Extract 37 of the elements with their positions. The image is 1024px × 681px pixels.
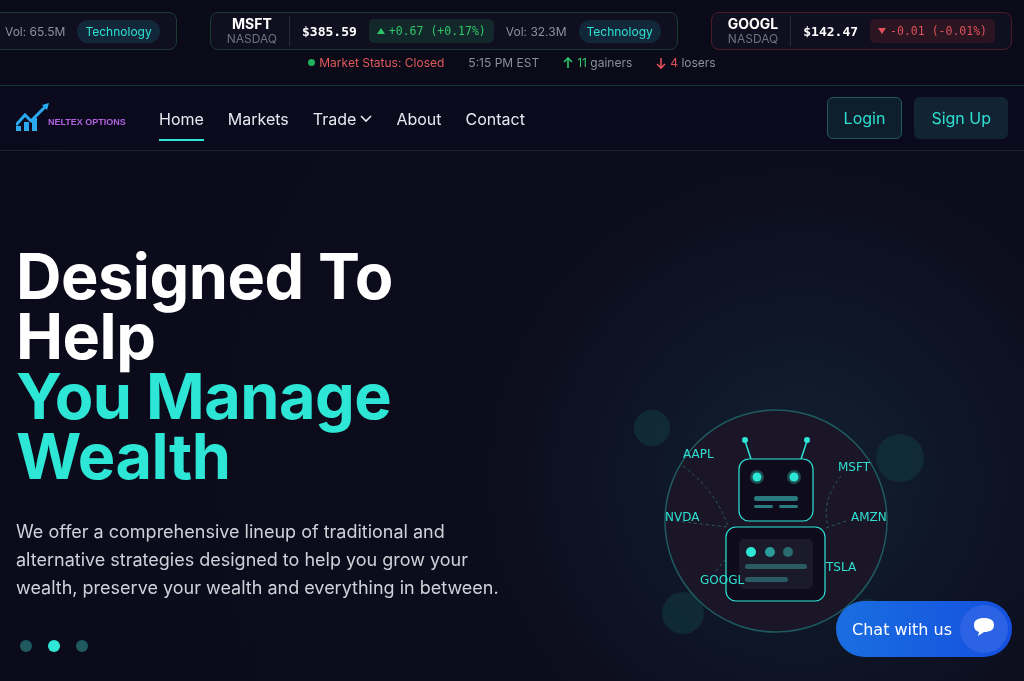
slide-dot[interactable] xyxy=(48,640,60,652)
stock-price: $385.59 xyxy=(302,23,357,39)
arrow-down-icon xyxy=(656,56,667,69)
nav-link[interactable]: Contact xyxy=(465,99,525,141)
sector-tag: Technology xyxy=(578,19,661,43)
stock-symbol: GOOGL xyxy=(727,16,779,33)
slide-dot[interactable] xyxy=(76,640,88,652)
chat-button[interactable]: Chat with us xyxy=(836,601,1012,657)
sector-tag: Technology xyxy=(77,19,160,43)
status-dot-icon xyxy=(308,59,316,66)
nav-link[interactable]: About xyxy=(396,99,442,141)
slide-dot[interactable] xyxy=(20,640,32,652)
logo[interactable]: NELTEX OPTIONS xyxy=(16,102,156,134)
triangle-up-icon xyxy=(376,28,385,34)
login-button[interactable]: Login xyxy=(826,97,903,139)
hero-description: We offer a comprehensive lineup of traditional and alternative strategies designed to help you grow your wealth, preserve your wealth and everything in between. xyxy=(16,520,500,600)
nav-link[interactable]: Markets xyxy=(227,99,289,141)
chat-bubble-icon xyxy=(960,605,1008,653)
volume-text: Vol: 32.3M xyxy=(505,23,567,39)
nav-link[interactable]: Home xyxy=(159,99,204,141)
gainers-count: 11 gainers xyxy=(577,55,633,70)
stock-price: $142.47 xyxy=(803,23,859,39)
exchange-label: NASDAQ xyxy=(727,32,779,46)
arrow-up-icon xyxy=(563,56,574,69)
losers-count: 4 losers xyxy=(670,55,716,70)
chevron-down-icon xyxy=(360,115,373,123)
market-time: 5:15 PM EST xyxy=(468,55,540,70)
triangle-down-icon xyxy=(878,28,887,34)
nav-link[interactable]: Trade xyxy=(312,99,373,141)
stock-symbol: MSFT xyxy=(231,16,272,33)
price-change-badge: +0.67 (+0.17%) xyxy=(368,19,494,43)
volume-text: Vol: 65.5M xyxy=(5,23,66,39)
market-status: Market Status: Closed xyxy=(319,55,445,70)
hero-heading: Designed To Help You Manage Wealth xyxy=(16,246,394,486)
signup-button[interactable]: Sign Up xyxy=(914,97,1008,139)
exchange-label: NASDAQ xyxy=(226,32,278,46)
price-change-badge: -0.01 (-0.01%) xyxy=(870,19,996,43)
